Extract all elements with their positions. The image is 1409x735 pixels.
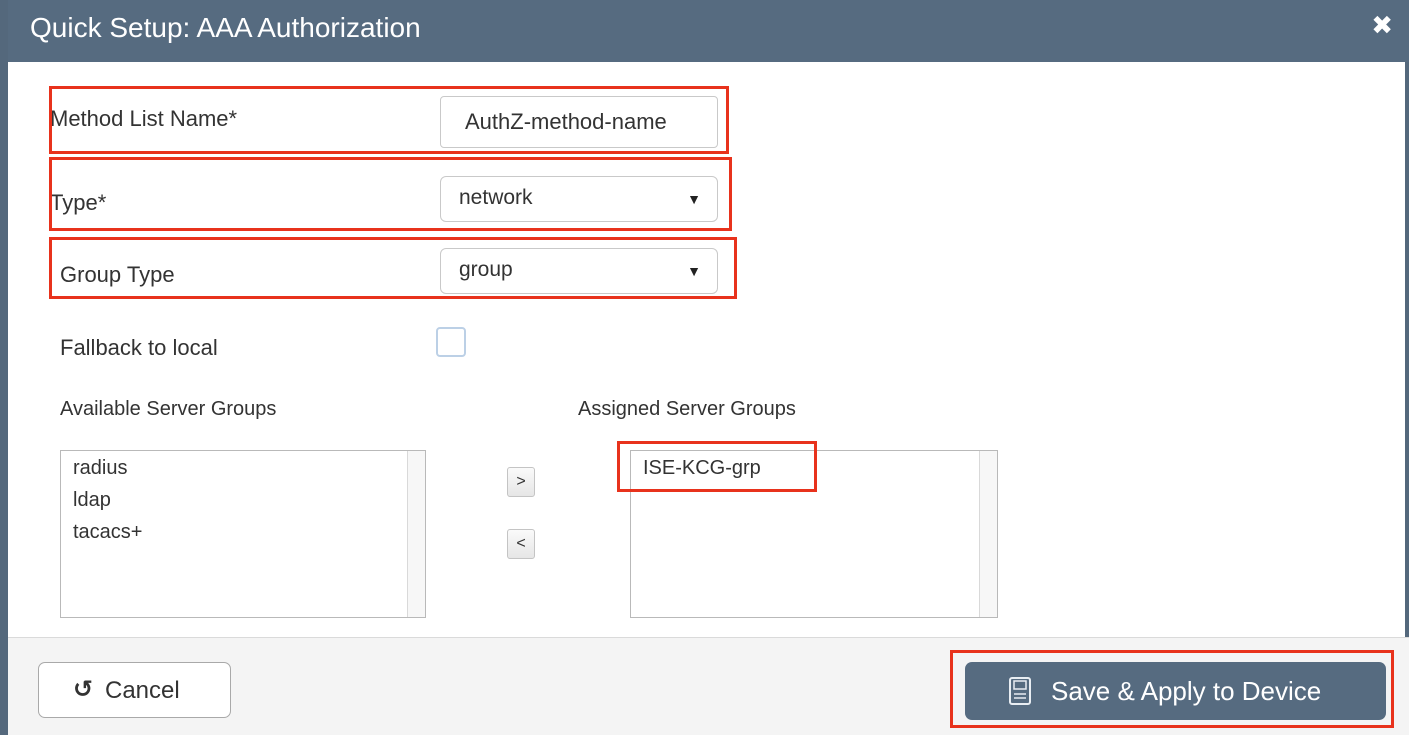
highlight-box: [950, 650, 1394, 728]
dialog-title: Quick Setup: AAA Authorization: [30, 12, 421, 43]
fallback-label: Fallback to local: [60, 335, 218, 360]
list-item[interactable]: radius: [73, 457, 127, 480]
list-item[interactable]: tacacs+: [73, 521, 142, 544]
highlight-box: [49, 237, 737, 299]
list-item[interactable]: ldap: [73, 489, 111, 512]
move-right-button[interactable]: >: [507, 467, 535, 497]
cancel-button-label: Cancel: [105, 677, 180, 704]
cancel-button[interactable]: ↺ Cancel: [38, 662, 231, 718]
available-server-groups-label: Available Server Groups: [60, 398, 277, 420]
move-left-button[interactable]: <: [507, 529, 535, 559]
available-server-groups-list[interactable]: radius ldap tacacs+: [60, 450, 426, 618]
close-icon[interactable]: ✖: [1371, 10, 1393, 41]
scrollbar[interactable]: [407, 451, 425, 617]
assigned-server-groups-label: Assigned Server Groups: [578, 398, 796, 420]
scrollbar[interactable]: [979, 451, 997, 617]
fallback-checkbox[interactable]: [436, 327, 466, 357]
undo-icon: ↺: [73, 676, 94, 703]
highlight-box: [617, 441, 817, 492]
aaa-authorization-dialog: Quick Setup: AAA Authorization ✖ Method …: [0, 0, 1409, 735]
highlight-box: [49, 86, 729, 154]
dialog-titlebar: Quick Setup: AAA Authorization ✖: [8, 0, 1409, 62]
highlight-box: [49, 157, 732, 231]
